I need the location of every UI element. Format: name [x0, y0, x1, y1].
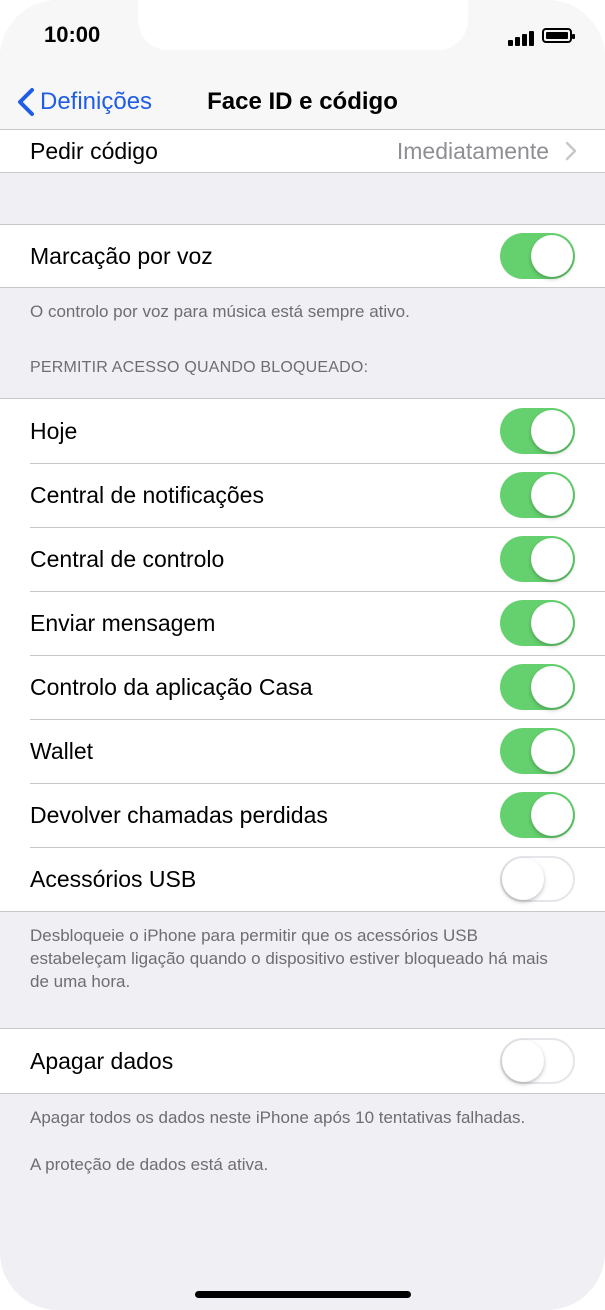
data-protection-footer: A proteção de dados está ativa. — [30, 1155, 269, 1174]
signal-icon — [508, 28, 538, 46]
notch — [138, 0, 468, 50]
phone-screen: 10:00 Definições Face ID e código Pedir … — [0, 0, 605, 1310]
home-indicator[interactable] — [195, 1291, 411, 1298]
locked-access-label: Devolver chamadas perdidas — [30, 801, 328, 828]
page-title: Face ID e código — [207, 88, 398, 115]
voice-dial-row: Marcação por voz — [0, 225, 605, 287]
require-passcode-row[interactable]: Pedir código Imediatamente — [0, 130, 605, 172]
locked-access-label: Controlo da aplicação Casa — [30, 673, 313, 700]
erase-data-footer: Apagar todos os dados neste iPhone após … — [30, 1108, 526, 1127]
locked-access-label: Hoje — [30, 417, 78, 444]
voice-dial-label: Marcação por voz — [30, 242, 213, 269]
locked-access-header: PERMITIR ACESSO QUANDO BLOQUEADO: — [30, 359, 369, 376]
home-control-toggle[interactable] — [500, 664, 575, 710]
locked-access-row-home-control: Controlo da aplicação Casa — [0, 655, 605, 719]
voice-dial-toggle[interactable] — [500, 233, 575, 279]
today-toggle[interactable] — [500, 408, 575, 454]
settings-list: Pedir código Imediatamente Marcação por … — [0, 130, 605, 1176]
locked-access-row-reply-message: Enviar mensagem — [0, 591, 605, 655]
locked-access-row-wallet: Wallet — [0, 719, 605, 783]
usb-accessories-toggle[interactable] — [500, 856, 575, 902]
control-center-toggle[interactable] — [500, 536, 575, 582]
locked-access-label: Central de controlo — [30, 545, 225, 572]
locked-access-label: Wallet — [30, 737, 94, 764]
erase-data-group: Apagar dados — [0, 1028, 605, 1094]
require-passcode-value: Imediatamente — [396, 137, 549, 164]
locked-access-label: Enviar mensagem — [30, 609, 216, 636]
locked-access-group: Hoje Central de notificações Central de … — [0, 398, 605, 912]
locked-access-label: Central de notificações — [30, 481, 264, 508]
require-passcode-label: Pedir código — [30, 137, 158, 164]
voice-dial-group: Marcação por voz — [0, 224, 605, 288]
erase-data-label: Apagar dados — [30, 1047, 174, 1074]
locked-access-row-usb: Acessórios USB — [0, 847, 605, 911]
chevron-right-icon — [565, 141, 577, 161]
status-bar: 10:00 — [0, 0, 605, 78]
navigation-bar: Definições Face ID e código — [0, 78, 605, 130]
locked-access-row-return-calls: Devolver chamadas perdidas — [0, 783, 605, 847]
locked-access-label: Acessórios USB — [30, 865, 197, 892]
return-missed-calls-toggle[interactable] — [500, 792, 575, 838]
battery-icon — [542, 28, 575, 43]
locked-access-row-control-center: Central de controlo — [0, 527, 605, 591]
voice-dial-footer: O controlo por voz para música está semp… — [30, 302, 410, 321]
erase-data-row: Apagar dados — [0, 1029, 605, 1093]
reply-message-toggle[interactable] — [500, 600, 575, 646]
erase-data-toggle[interactable] — [500, 1038, 575, 1084]
notification-center-toggle[interactable] — [500, 472, 575, 518]
locked-access-row-notifications: Central de notificações — [0, 463, 605, 527]
passcode-group: Pedir código Imediatamente — [0, 130, 605, 173]
locked-access-row-today: Hoje — [0, 399, 605, 463]
usb-footer: Desbloqueie o iPhone para permitir que o… — [30, 926, 548, 991]
wallet-toggle[interactable] — [500, 728, 575, 774]
status-time: 10:00 — [44, 22, 101, 47]
